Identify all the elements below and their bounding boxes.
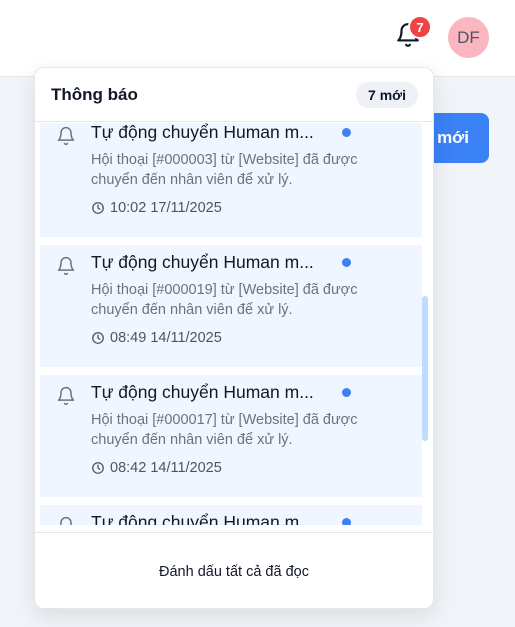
notification-description: Hội thoại [#000017] từ [Website] đã được… [91,412,358,448]
clock-icon [92,202,104,214]
unread-dot [342,258,351,267]
unread-dot [342,128,351,137]
unread-dot [342,388,351,397]
list-scrollbar-thumb[interactable] [422,296,428,441]
notification-time: 08:49 14/11/2025 [91,330,222,346]
notification-description: Hội thoại [#000019] từ [Website] đã được… [91,282,358,318]
notification-title: Tự động chuyển Human m... [91,382,314,402]
new-count-badge: 7 mới [356,82,418,108]
top-bar: 7 DF [0,0,515,77]
bell-icon [56,386,76,406]
notification-title: Tự động chuyển Human m... [91,512,314,525]
notification-list[interactable]: Tự động chuyển Human m... Hội thoại [#00… [35,123,433,525]
notification-panel: Thông báo 7 mới Tự động chuyển Human m..… [34,67,434,609]
clock-icon [92,332,104,344]
notification-panel-footer: Đánh dấu tất cả đã đọc [35,532,433,608]
notification-time: 08:42 14/11/2025 [91,460,222,476]
notification-time-text: 10:02 17/11/2025 [110,200,222,216]
mark-all-read-button[interactable]: Đánh dấu tất cả đã đọc [147,556,321,588]
notification-title: Tự động chuyển Human m... [91,123,314,142]
bell-icon [56,516,76,525]
notification-title: Tự động chuyển Human m... [91,252,314,272]
bell-icon [56,256,76,276]
notification-time-text: 08:49 14/11/2025 [110,330,222,346]
user-avatar[interactable]: DF [448,17,489,58]
notification-time: 10:02 17/11/2025 [91,200,222,216]
notification-item[interactable]: Tự động chuyển Human m... [40,505,422,525]
bell-icon [56,126,76,146]
notification-item[interactable]: Tự động chuyển Human m... Hội thoại [#00… [40,375,422,497]
notification-time-text: 08:42 14/11/2025 [110,460,222,476]
notification-count-badge: 7 [408,15,432,39]
notification-item[interactable]: Tự động chuyển Human m... Hội thoại [#00… [40,123,422,237]
unread-dot [342,518,351,525]
clock-icon [92,462,104,474]
notification-panel-header: Thông báo 7 mới [35,68,433,122]
notification-description: Hội thoại [#000003] từ [Website] đã được… [91,152,358,188]
notification-item[interactable]: Tự động chuyển Human m... Hội thoại [#00… [40,245,422,367]
panel-title: Thông báo [51,85,138,104]
